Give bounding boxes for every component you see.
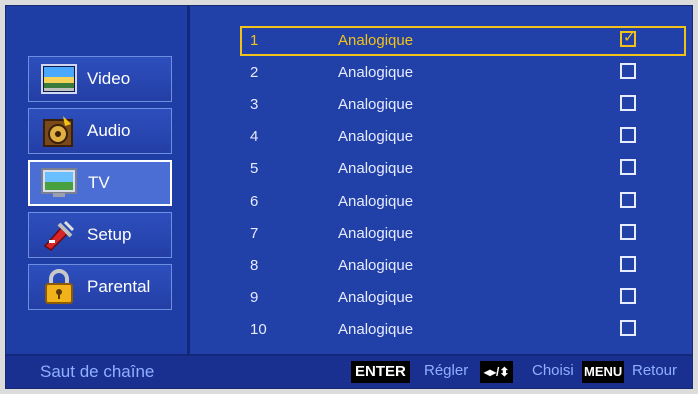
channel-type: Analogique bbox=[338, 257, 414, 274]
channel-number: 3 bbox=[250, 96, 259, 113]
arrows-action-label: Choisi bbox=[532, 362, 574, 379]
skip-checkbox[interactable] bbox=[620, 256, 636, 272]
sidebar-item-setup[interactable]: Setup bbox=[28, 212, 172, 258]
channel-row[interactable]: 6 Analogique bbox=[240, 187, 686, 217]
sidebar-item-label: Video bbox=[87, 69, 131, 88]
sidebar-item-parental[interactable]: Parental bbox=[28, 264, 172, 310]
channel-type: Analogique bbox=[338, 193, 414, 210]
menu-key-hint: MENU bbox=[582, 361, 625, 383]
channel-type: Analogique bbox=[338, 225, 414, 242]
parental-lock-icon bbox=[39, 269, 79, 305]
skip-checkbox[interactable] bbox=[620, 159, 636, 175]
channel-row[interactable]: 7 Analogique bbox=[240, 219, 686, 249]
channel-list: 1 Analogique ✓ 2 Analogique 3 Analogique… bbox=[190, 6, 692, 354]
channel-row[interactable]: 4 Analogique bbox=[240, 122, 686, 152]
tv-osd-screen: Video Audio TV Setup Parental 1 Analogiq… bbox=[6, 6, 692, 388]
channel-type: Analogique bbox=[338, 32, 414, 49]
enter-key-hint: ENTER bbox=[351, 361, 410, 383]
skip-checkbox[interactable] bbox=[620, 95, 636, 111]
page-title: Saut de chaîne bbox=[40, 362, 155, 381]
tv-icon bbox=[40, 165, 80, 201]
channel-type: Analogique bbox=[338, 96, 414, 113]
channel-type: Analogique bbox=[338, 160, 414, 177]
footer-bar: Saut de chaîne ENTER Régler ◂▸/⬍ Choisi … bbox=[6, 354, 692, 388]
channel-row[interactable]: 1 Analogique ✓ bbox=[240, 26, 686, 56]
channel-type: Analogique bbox=[338, 64, 414, 81]
channel-row[interactable]: 5 Analogique bbox=[240, 154, 686, 184]
sidebar-item-tv[interactable]: TV bbox=[28, 160, 172, 206]
channel-number: 7 bbox=[250, 225, 259, 242]
skip-checkbox[interactable] bbox=[620, 127, 636, 143]
channel-number: 2 bbox=[250, 64, 259, 81]
audio-icon bbox=[39, 113, 79, 149]
skip-checkbox[interactable] bbox=[620, 224, 636, 240]
sidebar: Video Audio TV Setup Parental bbox=[6, 6, 187, 354]
sidebar-item-audio[interactable]: Audio bbox=[28, 108, 172, 154]
channel-row[interactable]: 10 Analogique bbox=[240, 315, 686, 345]
channel-row[interactable]: 8 Analogique bbox=[240, 251, 686, 281]
skip-checkbox[interactable] bbox=[620, 63, 636, 79]
setup-icon bbox=[39, 217, 79, 253]
channel-number: 6 bbox=[250, 193, 259, 210]
channel-type: Analogique bbox=[338, 321, 414, 338]
channel-row[interactable]: 2 Analogique bbox=[240, 58, 686, 88]
sidebar-item-label: Audio bbox=[87, 121, 131, 140]
channel-number: 1 bbox=[250, 32, 259, 49]
enter-action-label: Régler bbox=[424, 362, 469, 379]
checkmark-icon: ✓ bbox=[623, 28, 636, 46]
channel-number: 5 bbox=[250, 160, 259, 177]
skip-checkbox[interactable] bbox=[620, 320, 636, 336]
arrow-keys-hint: ◂▸/⬍ bbox=[480, 361, 514, 383]
skip-checkbox[interactable]: ✓ bbox=[620, 28, 636, 47]
channel-type: Analogique bbox=[338, 128, 414, 145]
skip-checkbox[interactable] bbox=[620, 192, 636, 208]
channel-number: 4 bbox=[250, 128, 259, 145]
menu-action-label: Retour bbox=[632, 362, 678, 379]
sidebar-item-label: TV bbox=[88, 173, 110, 192]
channel-number: 10 bbox=[250, 321, 267, 338]
channel-row[interactable]: 3 Analogique bbox=[240, 90, 686, 120]
channel-number: 9 bbox=[250, 289, 259, 306]
video-icon bbox=[39, 61, 79, 97]
channel-row[interactable]: 9 Analogique bbox=[240, 283, 686, 313]
skip-checkbox[interactable] bbox=[620, 288, 636, 304]
sidebar-item-label: Setup bbox=[87, 225, 132, 244]
channel-type: Analogique bbox=[338, 289, 414, 306]
channel-number: 8 bbox=[250, 257, 259, 274]
sidebar-item-label: Parental bbox=[87, 277, 151, 296]
sidebar-item-video[interactable]: Video bbox=[28, 56, 172, 102]
